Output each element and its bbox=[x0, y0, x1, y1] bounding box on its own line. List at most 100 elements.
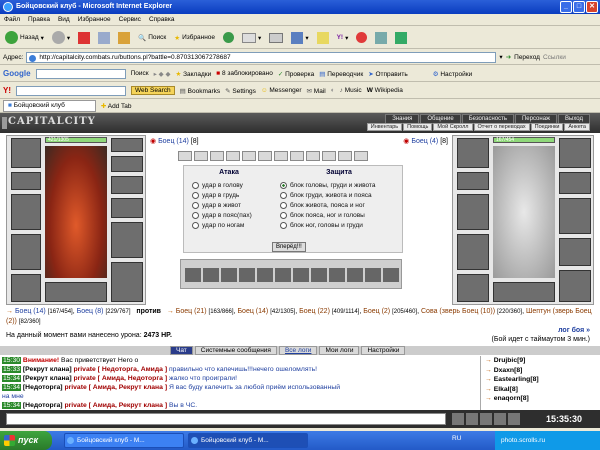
helmet-slot[interactable] bbox=[11, 138, 41, 168]
attack-groin[interactable]: удар в пояс(пах) bbox=[192, 210, 252, 220]
menu-favorites[interactable]: Избранное bbox=[78, 14, 111, 25]
nav-profile[interactable]: Анкета bbox=[564, 123, 590, 131]
web-search-button[interactable]: Web Search bbox=[131, 86, 175, 95]
radio[interactable] bbox=[280, 201, 287, 209]
belt-slot[interactable] bbox=[11, 274, 41, 302]
radio[interactable] bbox=[280, 191, 287, 199]
user-item[interactable]: → enaqorn[8] bbox=[485, 394, 600, 404]
tool-button-2[interactable] bbox=[393, 29, 409, 47]
yahoo-mail[interactable]: ✉ Mail bbox=[307, 87, 326, 95]
menu-help[interactable]: Справка bbox=[149, 14, 175, 25]
gloves-slot[interactable] bbox=[111, 198, 143, 218]
radio[interactable] bbox=[280, 211, 287, 219]
ring-slots[interactable] bbox=[111, 176, 143, 194]
enemy-belt-slot[interactable] bbox=[457, 274, 489, 302]
effect-slot[interactable] bbox=[178, 151, 192, 161]
footer-icon[interactable] bbox=[452, 413, 464, 425]
search-button[interactable]: 🔍 Поиск bbox=[136, 29, 168, 47]
enemy-gloves-slot[interactable] bbox=[559, 238, 591, 266]
nav-my-scroll[interactable]: Мой Скролл bbox=[433, 123, 473, 131]
edit-button[interactable]: ▾ bbox=[289, 29, 310, 47]
discuss-button[interactable] bbox=[315, 29, 331, 47]
maximize-button[interactable]: □ bbox=[573, 1, 585, 13]
left-character-image[interactable] bbox=[45, 146, 107, 278]
left-fighter-name[interactable]: ◉ Боец (14) [8] bbox=[150, 137, 199, 149]
block-legs-head-chest[interactable]: блок ног, головы и груди bbox=[280, 220, 375, 230]
effect-slot[interactable] bbox=[322, 151, 336, 161]
yahoo-bookmarks[interactable]: ▤ Bookmarks bbox=[180, 87, 220, 95]
enemy-amulet-slot[interactable] bbox=[457, 172, 489, 190]
team2-member[interactable]: Боец (2) bbox=[363, 308, 390, 315]
yahoo-search-input[interactable] bbox=[16, 85, 126, 96]
enemy-earring-slot[interactable] bbox=[559, 138, 591, 168]
attack-head[interactable]: удар в голову bbox=[192, 180, 252, 190]
effect-slot[interactable] bbox=[258, 151, 272, 161]
back-button[interactable]: Назад ▾ bbox=[3, 29, 46, 47]
user-item[interactable]: → Drujbic[9] bbox=[485, 356, 600, 366]
radio[interactable] bbox=[280, 221, 287, 229]
yahoo-button[interactable]: Y! ▾ bbox=[335, 29, 351, 47]
block-belly-waist-legs[interactable]: блок живота, пояса и ног bbox=[280, 200, 375, 210]
menu-edit[interactable]: Правка bbox=[28, 14, 50, 25]
home-button[interactable] bbox=[116, 29, 132, 47]
effect-slot[interactable] bbox=[210, 151, 224, 161]
spell-slot[interactable] bbox=[383, 268, 399, 282]
weapon-slot[interactable] bbox=[11, 194, 41, 230]
yahoo-extra-icon[interactable]: ◐ bbox=[331, 87, 335, 94]
google-spellcheck[interactable]: ✓ Проверка bbox=[278, 70, 314, 78]
google-translate[interactable]: ▤ Переводчик bbox=[319, 70, 363, 78]
enemy-offhand-slot[interactable] bbox=[559, 198, 591, 234]
left-bag-slots[interactable] bbox=[45, 282, 107, 302]
block-waist-legs-head[interactable]: блок пояса, ног и головы bbox=[280, 210, 375, 220]
yahoo-settings[interactable]: ✎ Settings bbox=[225, 87, 256, 95]
attack-chest[interactable]: удар в грудь bbox=[192, 190, 252, 200]
taskbar-window-1[interactable]: Бойцовский клуб - М... bbox=[64, 433, 184, 448]
google-bookmarks[interactable]: ★ Закладки bbox=[175, 70, 211, 78]
user-item[interactable]: → Eastearling[8] bbox=[485, 375, 600, 385]
footer-icon[interactable] bbox=[494, 413, 506, 425]
fight-log-link[interactable]: лог боя » bbox=[492, 326, 590, 335]
spell-slot[interactable] bbox=[239, 268, 255, 282]
close-button[interactable]: ✕ bbox=[586, 1, 598, 13]
language-indicator[interactable]: RU bbox=[452, 435, 461, 442]
team2-member[interactable]: Боец (14) bbox=[237, 308, 268, 315]
effect-slot[interactable] bbox=[274, 151, 288, 161]
minimize-button[interactable]: _ bbox=[560, 1, 572, 13]
nav-help[interactable]: Помощь bbox=[403, 123, 433, 131]
tab-fight-club[interactable]: ■ Бойцовский клуб bbox=[3, 100, 96, 112]
block-chest-belly-waist[interactable]: блок груди, живота и пояса bbox=[280, 190, 375, 200]
yahoo-messenger[interactable]: ☺ Messenger bbox=[261, 87, 302, 94]
enemy-armor-slot[interactable] bbox=[457, 234, 489, 270]
enemy-boots-slot[interactable] bbox=[559, 270, 591, 302]
right-character-image[interactable] bbox=[493, 146, 555, 278]
add-tab-button[interactable]: ✚ Add Tab bbox=[101, 102, 132, 110]
boots-slot[interactable] bbox=[111, 262, 143, 302]
spell-slot[interactable] bbox=[329, 268, 345, 282]
amulet-slot[interactable] bbox=[11, 172, 41, 190]
menu-file[interactable]: Файл bbox=[4, 14, 20, 25]
radio[interactable] bbox=[192, 201, 199, 209]
team1-member[interactable]: Боец (14) bbox=[15, 308, 46, 315]
radio[interactable] bbox=[192, 181, 199, 189]
forward-button[interactable]: Вперёд!!! bbox=[272, 242, 306, 252]
nav-fights[interactable]: Поединки bbox=[530, 123, 564, 131]
shield-slot[interactable] bbox=[111, 222, 143, 258]
forward-button[interactable]: ▾ bbox=[50, 29, 72, 47]
research-button[interactable] bbox=[373, 29, 389, 47]
google-popup-blocker[interactable]: ■ 8 заблокировано bbox=[216, 70, 273, 77]
spell-slot[interactable] bbox=[257, 268, 273, 282]
effect-slot[interactable] bbox=[306, 151, 320, 161]
armor-slot[interactable] bbox=[11, 234, 41, 270]
block-head-chest-belly[interactable]: блок головы, груди и живота bbox=[280, 180, 375, 190]
effect-slot[interactable] bbox=[338, 151, 352, 161]
enemy-ring-slots[interactable] bbox=[559, 172, 591, 194]
mail-button[interactable]: ▾ bbox=[240, 29, 263, 47]
spell-slot[interactable] bbox=[311, 268, 327, 282]
links-button[interactable]: Ссылки bbox=[543, 54, 566, 61]
effect-slot[interactable] bbox=[226, 151, 240, 161]
menu-view[interactable]: Вид bbox=[58, 14, 70, 25]
team2-member[interactable]: Боец (22) bbox=[299, 308, 330, 315]
favorites-button[interactable]: ★ Избранное bbox=[172, 29, 217, 47]
radio[interactable] bbox=[192, 191, 199, 199]
spell-slot[interactable] bbox=[293, 268, 309, 282]
